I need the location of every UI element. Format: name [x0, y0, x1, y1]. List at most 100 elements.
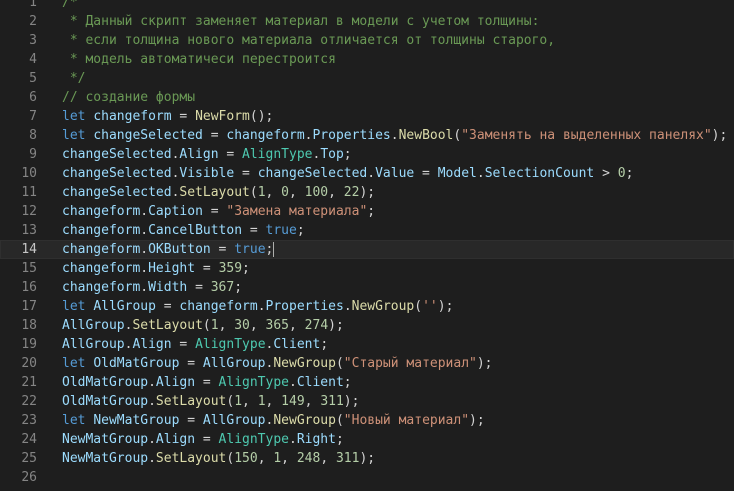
code-token: (	[335, 413, 344, 428]
code-token: =	[242, 223, 266, 238]
line-number: 23	[21, 413, 37, 428]
code-token: 150	[234, 451, 258, 466]
line-code: changeform.Caption = "Замена материала";	[62, 202, 375, 221]
code-token: (	[249, 185, 258, 200]
line-code: changeSelected.SetLayout(1, 0, 100, 22);	[62, 183, 375, 202]
code-line[interactable]: 22 OldMatGroup.SetLayout(1, 1, 149, 311);	[0, 392, 734, 411]
code-line[interactable]: 6 // создание формы	[0, 88, 734, 107]
code-token: );	[359, 185, 376, 200]
code-line[interactable]: 11 changeSelected.SetLayout(1, 0, 100, 22…	[0, 183, 734, 202]
line-number: 19	[21, 337, 37, 352]
code-line[interactable]: 7 let changeform = NewForm();	[0, 107, 734, 126]
line-number: 12	[21, 204, 37, 219]
code-token: Properties	[265, 299, 344, 314]
line-number: 1	[29, 0, 37, 10]
code-token: .	[140, 261, 149, 276]
code-token: SetLayout	[155, 451, 227, 466]
code-token: changeform	[62, 242, 141, 257]
code-token: changeSelected	[62, 166, 172, 181]
code-token: 1	[210, 318, 219, 333]
code-token: changeSelected	[93, 128, 203, 143]
line-code: NewMatGroup.Align = AlignType.Right;	[62, 430, 344, 449]
code-token: 274	[304, 318, 329, 333]
code-token: let	[62, 299, 86, 314]
line-number: 5	[29, 71, 37, 86]
line-number: 7	[29, 109, 37, 124]
code-token: .	[140, 242, 149, 257]
code-token: 311	[320, 394, 344, 409]
code-line[interactable]: 3 * если толщина нового материала отлича…	[0, 31, 734, 50]
line-code: AllGroup.SetLayout(1, 30, 365, 274);	[62, 316, 344, 335]
code-token: ;	[367, 204, 376, 219]
code-token: NewMatGroup	[62, 432, 149, 447]
line-code: changeform.OKButton = true;	[62, 240, 275, 259]
code-token: ,	[242, 394, 258, 409]
code-line[interactable]: 18 AllGroup.SetLayout(1, 30, 365, 274);	[0, 316, 734, 335]
code-line[interactable]: 13 changeform.CancelButton = true;	[0, 221, 734, 240]
code-token: =	[202, 128, 227, 143]
code-token: 149	[281, 394, 305, 409]
code-line[interactable]: 15 changeform.Height = 359;	[0, 259, 734, 278]
code-token: OKButton	[148, 242, 211, 257]
code-token: let	[62, 109, 86, 124]
line-code: */	[62, 69, 86, 88]
code-line[interactable]: 2 * Данный скрипт заменяет материал в мо…	[0, 12, 734, 31]
code-token: AllGroup	[202, 413, 266, 428]
code-token: .	[148, 432, 156, 447]
code-line[interactable]: 21 OldMatGroup.Align = AlignType.Client;	[0, 373, 734, 392]
code-line[interactable]: 5 */	[0, 69, 734, 88]
code-token: ''	[422, 299, 438, 314]
line-number: 24	[21, 432, 37, 447]
code-line[interactable]: 23 let NewMatGroup = AllGroup.NewGroup("Н…	[0, 411, 734, 430]
code-line[interactable]: 4 * модель автоматичеси перестроится	[0, 50, 734, 69]
code-line[interactable]: 16 changeform.Width = 367;	[0, 278, 734, 297]
code-token: .	[148, 451, 156, 466]
code-token: );	[359, 451, 376, 466]
code-line[interactable]: 12 changeform.Caption = "Замена материала…	[0, 202, 734, 221]
code-token: SetLayout	[155, 394, 227, 409]
code-line[interactable]: 17 let AllGroup = changeform.Properties.N…	[0, 297, 734, 316]
line-number: 26	[21, 470, 37, 485]
code-token: (	[335, 356, 344, 371]
code-token: .	[140, 280, 149, 295]
line-code: * если толщина нового материала отличает…	[62, 31, 555, 50]
code-token: 365	[265, 318, 290, 333]
code-line[interactable]: 14 changeform.OKButton = true;	[0, 240, 734, 259]
code-token: OldMatGroup	[62, 375, 149, 390]
code-token: * модель автоматичеси перестроится	[62, 52, 336, 67]
code-token: ;	[234, 280, 243, 295]
code-editor[interactable]: 1 /* 2 * Данный скрипт заменяет материал в…	[0, 0, 734, 487]
code-line[interactable]: 19 AllGroup.Align = AlignType.Client;	[0, 335, 734, 354]
code-token: =	[195, 432, 219, 447]
code-token: ;	[320, 337, 329, 352]
code-token: AllGroup	[93, 299, 156, 314]
code-token: */	[62, 71, 86, 86]
code-token: changeSelected	[257, 166, 368, 181]
code-token: .	[140, 204, 149, 219]
code-line[interactable]: 10 changeSelected. Visible = changeSelecte…	[0, 164, 734, 183]
code-token: "Замена материала"	[226, 204, 368, 219]
code-token: ,	[304, 394, 321, 409]
code-line[interactable]: 25 NewMatGroup.SetLayout(150, 1, 248, 311…	[0, 449, 734, 468]
code-token: Align	[132, 337, 172, 352]
code-token: =	[210, 242, 235, 257]
code-token: .	[476, 166, 485, 181]
code-line[interactable]: 1 /*	[0, 0, 734, 12]
code-token: ,	[265, 394, 282, 409]
code-token: =	[218, 147, 243, 162]
code-line[interactable]: 8 let changeSelected = changeform.Propert…	[0, 126, 734, 145]
code-token: true	[265, 223, 297, 238]
code-line[interactable]: 20 let OldMatGroup = AllGroup.NewGroup("С…	[0, 354, 734, 373]
code-token: =	[171, 337, 196, 352]
code-token: ,	[281, 451, 297, 466]
code-token: ,	[289, 318, 305, 333]
code-line[interactable]: 26	[0, 468, 734, 487]
code-line[interactable]: 24 NewMatGroup.Align = AlignType.Right;	[0, 430, 734, 449]
code-line[interactable]: 9 changeSelected.Align = AlignType.Top;	[0, 145, 734, 164]
code-token: =	[187, 280, 211, 295]
code-token: =	[234, 166, 258, 181]
code-token: ;	[296, 223, 305, 238]
line-code: OldMatGroup.SetLayout(1, 1, 149, 311);	[62, 392, 359, 411]
line-code: NewMatGroup.SetLayout(150, 1, 248, 311);	[62, 449, 375, 468]
line-code: * модель автоматичеси перестроится	[62, 50, 336, 69]
